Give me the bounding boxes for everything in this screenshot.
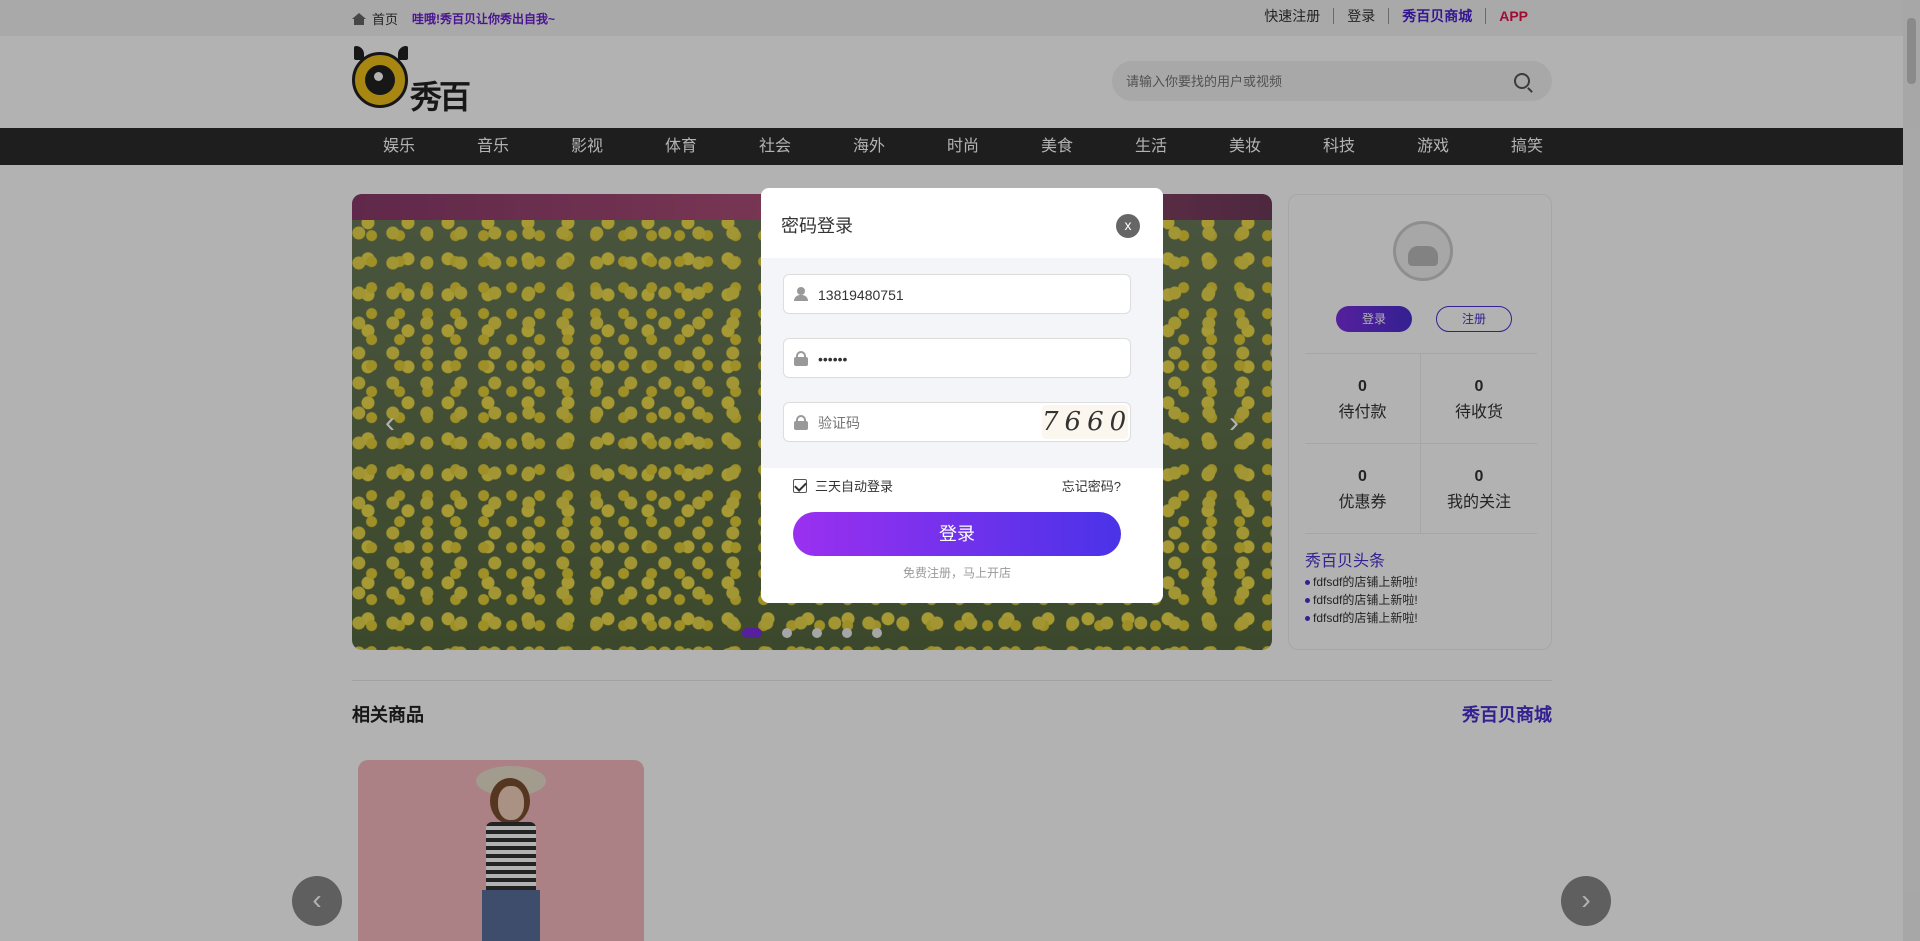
user-icon [794,287,808,301]
forgot-password-link[interactable]: 忘记密码? [1062,476,1121,495]
remember-me[interactable]: 三天自动登录 [793,476,893,495]
captcha-image[interactable]: 7660 [1042,405,1128,439]
phone-field[interactable] [783,274,1131,314]
login-modal: 密码登录 x 7660 三天自动登录 忘记密码? 登录 免费注册，马上开店 [761,188,1163,603]
modal-header: 密码登录 x [761,188,1163,258]
password-input[interactable] [818,349,1058,369]
close-icon[interactable]: x [1116,214,1140,238]
login-button[interactable]: 登录 [793,512,1121,556]
captcha-input[interactable] [818,413,1058,433]
remember-label: 三天自动登录 [815,479,894,494]
captcha-field[interactable]: 7660 [783,402,1131,442]
remember-checkbox[interactable] [793,478,807,493]
lock-icon [794,351,808,366]
lock-icon [794,415,808,430]
modal-form: 7660 [761,258,1163,468]
register-hint-link[interactable]: 免费注册，马上开店 [761,564,1153,581]
phone-input[interactable] [818,285,1058,305]
password-field[interactable] [783,338,1131,378]
modal-title: 密码登录 [781,216,853,236]
